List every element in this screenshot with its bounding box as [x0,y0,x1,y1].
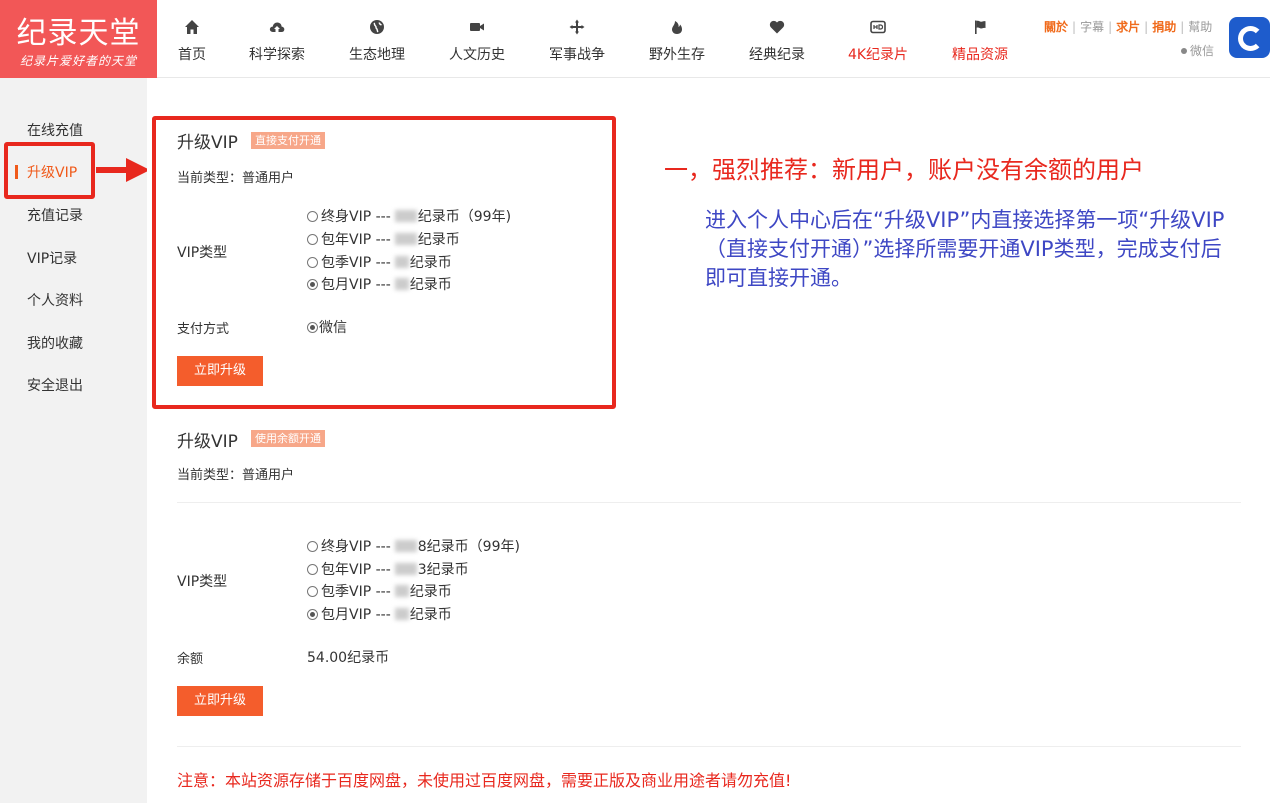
logo-title: 纪录天堂 [16,16,141,51]
nav-item-classic[interactable]: 经典纪录 [742,0,812,78]
crosshair-icon [542,18,612,36]
nav-item-home[interactable]: 首页 [170,0,214,78]
hd-icon [842,18,914,36]
globe-icon [342,18,412,36]
nav-item-4k[interactable]: 4K纪录片 [842,0,914,78]
sidebar-item-vip-records[interactable]: VIP记录 [27,248,77,268]
arrow-right-icon [96,158,150,182]
request-link[interactable]: 求片 [1116,20,1140,34]
site-logo[interactable]: 纪录天堂 纪录片爱好者的天堂 [0,0,157,78]
nav-item-premium[interactable]: 精品资源 [945,0,1015,78]
section2-vip-type-label: VIP类型 [177,574,228,590]
cloud-upload-icon [242,18,312,36]
upgrade-with-balance-button[interactable]: 立即升级 [177,686,263,716]
nav-label: 科学探索 [249,47,305,63]
nav-item-survival[interactable]: 野外生存 [642,0,712,78]
section2-current-type: 当前类型：普通用户 [177,468,295,483]
sidebar-item-recharge-records[interactable]: 充值记录 [27,205,83,225]
flag-icon [945,18,1015,36]
sidebar-item-logout[interactable]: 安全退出 [27,375,83,395]
section2-title: 升级VIP [177,432,238,452]
vip-option-lifetime[interactable]: 终身VIP --- 8纪录币（99年) [307,536,520,556]
help-link[interactable]: 幫助 [1188,20,1212,34]
sidebar-item-profile[interactable]: 个人资料 [27,290,83,310]
top-links: 關於 | 字幕 | 求片 | 捐助 | 幫助 [1044,20,1213,34]
radio-button[interactable] [307,563,318,575]
top-header: 纪录天堂 纪录片爱好者的天堂 首页 科学探索 生态地理 人文历史 军事战争 野外… [0,0,1270,78]
radio-button[interactable] [307,540,318,552]
heart-icon [742,18,812,36]
home-icon [170,18,214,36]
divider [177,746,1241,747]
blurred-price [394,585,409,597]
blurred-price [394,608,409,620]
sidebar-item-favorites[interactable]: 我的收藏 [27,333,83,353]
nav-label: 野外生存 [649,47,705,63]
blurred-price [394,540,417,552]
subtitles-link[interactable]: 字幕 [1080,20,1104,34]
app-logo-icon[interactable] [1229,17,1270,58]
nav-label: 首页 [178,47,206,63]
nav-label: 人文历史 [449,47,505,63]
vip-option-quarterly[interactable]: 包季VIP --- 纪录币 [307,581,452,601]
divider [177,502,1241,503]
nav-label: 精品资源 [952,47,1008,63]
sidebar-item-recharge[interactable]: 在线充值 [27,120,83,140]
annotation-body: 进入个人中心后在“升级VIP”内直接选择第一项“升级VIP（直接支付开通）”选择… [705,208,1225,290]
video-camera-icon [442,18,512,36]
logo-subtitle: 纪录片爱好者的天堂 [19,54,137,68]
notice-text: 注意：本站资源存储于百度网盘，未使用过百度网盘，需要正版及商业用途者请勿充值! [177,771,792,790]
nav-label: 军事战争 [549,47,605,63]
blurred-price [394,563,417,575]
section2-badge: 使用余额开通 [251,430,325,447]
radio-button[interactable] [307,585,318,597]
highlight-box-sidebar [4,142,95,199]
nav-item-history[interactable]: 人文历史 [442,0,512,78]
nav-item-ecology[interactable]: 生态地理 [342,0,412,78]
highlight-box-section1 [152,116,616,409]
vip-option-monthly[interactable]: 包月VIP --- 纪录币 [307,604,452,624]
nav-item-science[interactable]: 科学探索 [242,0,312,78]
balance-value: 54.00纪录币 [307,650,390,666]
annotation-title: 一，强烈推荐：新用户，账户没有余额的用户 [664,156,1144,184]
balance-label: 余额 [177,652,204,667]
donate-link[interactable]: 捐助 [1152,20,1176,34]
vip-option-yearly[interactable]: 包年VIP --- 3纪录币 [307,559,469,579]
nav-label: 4K纪录片 [847,47,909,63]
fire-icon [642,18,712,36]
wechat-link[interactable]: 微信 [1181,42,1214,59]
about-link[interactable]: 關於 [1044,20,1068,34]
nav-item-military[interactable]: 军事战争 [542,0,612,78]
nav-label: 经典纪录 [749,47,805,63]
radio-button[interactable] [307,608,318,620]
nav-label: 生态地理 [349,47,405,63]
